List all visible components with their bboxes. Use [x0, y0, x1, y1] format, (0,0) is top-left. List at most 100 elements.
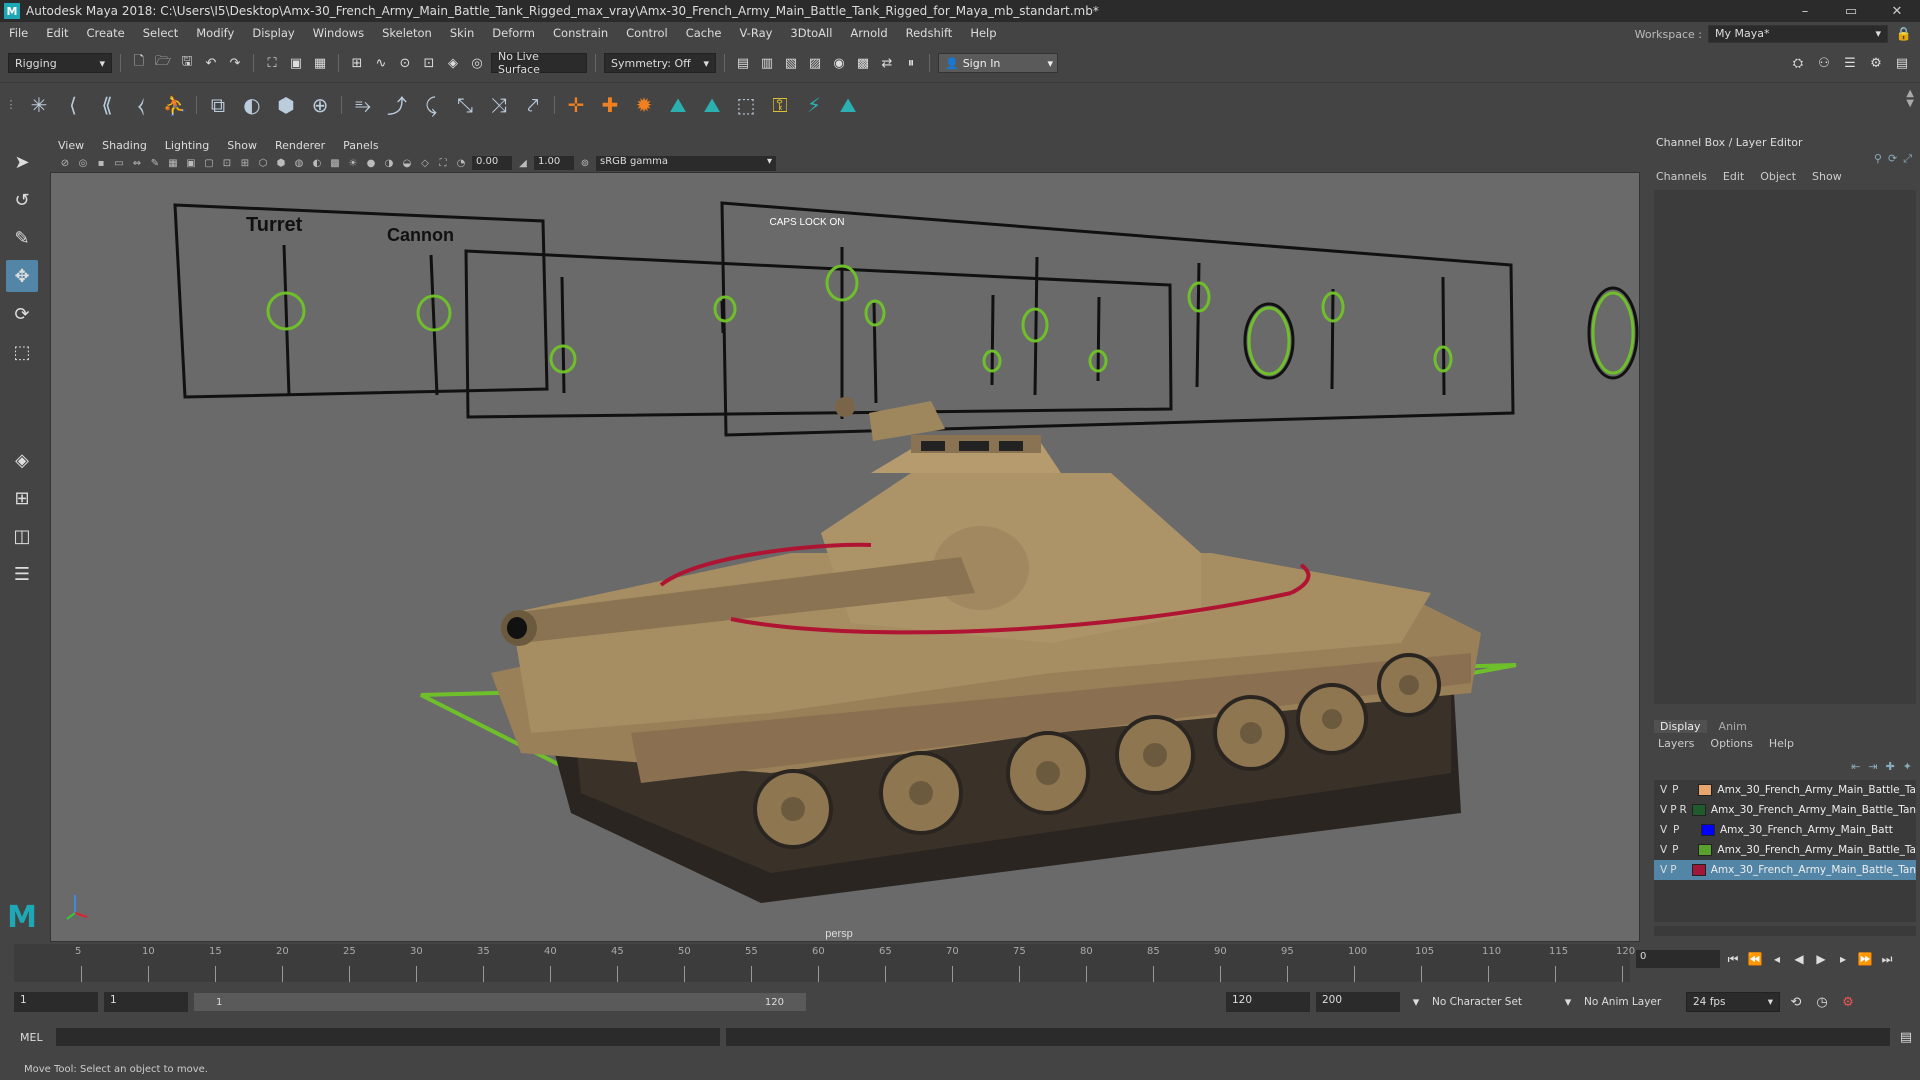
snap-grid-icon[interactable]: ⊞ [347, 53, 367, 73]
two-view-layout-icon[interactable]: ◫ [6, 520, 38, 552]
isolate-select-icon[interactable]: ◇ [418, 156, 432, 170]
quick-rig-icon[interactable]: ⛹ [158, 88, 192, 122]
shelf-scroll-arrows[interactable]: ▲ ▼ [1906, 89, 1914, 109]
exposure-icon[interactable]: ◔ [454, 156, 468, 170]
menu-select[interactable]: Select [134, 26, 187, 40]
ipr-render-icon[interactable]: ▧ [781, 53, 801, 73]
render-frame-icon[interactable]: ▥ [757, 53, 777, 73]
options-menu[interactable]: Options [1710, 737, 1752, 750]
character-set-dropdown[interactable]: No Character Set [1432, 996, 1552, 1008]
refresh-icon[interactable]: ⟳ [1888, 152, 1897, 166]
motion-blur-icon[interactable]: ◒ [400, 156, 414, 170]
menu-redshift[interactable]: Redshift [897, 26, 962, 40]
hypershade-icon[interactable]: ◉ [829, 53, 849, 73]
attribute-editor-icon[interactable]: ☰ [1840, 53, 1860, 73]
modeling-toolkit-icon[interactable]: ⛭ [1788, 53, 1808, 73]
camera-attributes-icon[interactable]: ◎ [76, 156, 90, 170]
grid-toggle-icon[interactable]: ▦ [166, 156, 180, 170]
move-layer-up-icon[interactable]: ⇤ [1851, 760, 1860, 773]
loop-icon[interactable]: ⟲ [1786, 992, 1806, 1012]
ik-spline-icon[interactable]: ⟪ [90, 88, 124, 122]
sign-in-button[interactable]: 👤 Sign In ▾ [938, 53, 1058, 73]
parent-constraint-icon[interactable]: ⥱ [346, 88, 380, 122]
select-tool-icon[interactable]: ➤ [6, 146, 38, 178]
menuset-dropdown[interactable]: Rigging ▾ [8, 53, 112, 73]
scale-constraint-icon[interactable]: ⤡ [448, 88, 482, 122]
menu-deform[interactable]: Deform [483, 26, 544, 40]
character-icon[interactable]: ✹ [627, 88, 661, 122]
end-time-field[interactable]: 200 [1316, 992, 1400, 1012]
field-chart-icon[interactable]: ⊞ [238, 156, 252, 170]
vray-render-icon[interactable]: ▩ [853, 53, 873, 73]
menu-display[interactable]: Display [243, 26, 303, 40]
menu-vray[interactable]: V-Ray [730, 26, 781, 40]
snap-curve-icon[interactable]: ∿ [371, 53, 391, 73]
paint-weights-icon[interactable]: ◐ [235, 88, 269, 122]
script-editor-icon[interactable]: ▤ [1896, 1027, 1916, 1047]
menu-file[interactable]: File [0, 26, 37, 40]
layer-color-swatch[interactable] [1698, 784, 1713, 796]
object-menu[interactable]: Object [1760, 170, 1796, 183]
visibility-toggle[interactable]: V [1660, 844, 1669, 856]
menu-constrain[interactable]: Constrain [544, 26, 617, 40]
two-d-pan-icon[interactable]: ⇔ [130, 156, 144, 170]
playback-end-field[interactable]: 120 [1226, 992, 1310, 1012]
set-key-icon[interactable]: ⚿ [763, 88, 797, 122]
command-input[interactable] [56, 1028, 720, 1046]
image-plane-icon[interactable]: ▭ [112, 156, 126, 170]
xray-icon[interactable]: ▩ [328, 156, 342, 170]
exposure-field[interactable]: 0.00 [472, 156, 512, 170]
live-surface-field[interactable]: No Live Surface [491, 50, 587, 76]
select-component-icon[interactable]: ▦ [310, 53, 330, 73]
empty-slot-icon[interactable]: ⬚ [729, 88, 763, 122]
shadows-icon[interactable]: ● [364, 156, 378, 170]
visibility-toggle[interactable]: V [1660, 784, 1669, 796]
maximize-button[interactable]: ▭ [1828, 0, 1874, 22]
outliner-icon[interactable]: ☰ [6, 558, 38, 590]
new-layer-selected-icon[interactable]: ✦ [1903, 760, 1912, 773]
pole-vector-icon[interactable]: ⤤ [516, 88, 550, 122]
step-forward-key-icon[interactable]: ⏩ [1856, 950, 1874, 968]
help-menu[interactable]: Help [1769, 737, 1794, 750]
tab-display[interactable]: Display [1654, 720, 1707, 733]
playback-start-field[interactable]: 1 [104, 992, 188, 1012]
layer-row[interactable]: V P Amx_30_French_Army_Main_Batt [1654, 820, 1916, 840]
menu-cache[interactable]: Cache [677, 26, 731, 40]
ambient-occlusion-icon[interactable]: ◑ [382, 156, 396, 170]
playback-toggle[interactable]: P [1670, 864, 1677, 876]
layer-color-swatch[interactable] [1701, 824, 1715, 836]
fps-dropdown[interactable]: 24 fps ▾ [1686, 992, 1780, 1012]
float-panel-icon[interactable]: ⤢ [1903, 152, 1912, 166]
wireframe-on-shaded-icon[interactable]: ◍ [292, 156, 306, 170]
menu-create[interactable]: Create [78, 26, 134, 40]
ik-handle-icon[interactable]: ⟨ [56, 88, 90, 122]
play-backwards-icon[interactable]: ◀ [1790, 950, 1808, 968]
close-button[interactable]: ✕ [1874, 0, 1920, 22]
step-forward-frame-icon[interactable]: ▸ [1834, 950, 1852, 968]
motion-trail-icon[interactable]: ⚡ [797, 88, 831, 122]
vp-menu-panels[interactable]: Panels [343, 139, 378, 152]
safe-action-icon[interactable]: ⊡ [220, 156, 234, 170]
aim-constraint-icon[interactable]: ⤨ [482, 88, 516, 122]
mash-repro-icon[interactable]: ⛰ [831, 88, 865, 122]
anim-layer-dropdown[interactable]: No Anim Layer [1584, 996, 1680, 1008]
wireframe-icon[interactable]: ⬡ [256, 156, 270, 170]
single-perspective-icon[interactable]: ◈ [6, 444, 38, 476]
play-forwards-icon[interactable]: ▶ [1812, 950, 1830, 968]
open-scene-icon[interactable]: 🗁 [153, 53, 173, 73]
menu-skin[interactable]: Skin [441, 26, 483, 40]
channel-box-icon[interactable]: ▤ [1892, 53, 1912, 73]
point-constraint-icon[interactable]: ⤴ [380, 88, 414, 122]
locator-icon[interactable]: ✛ [559, 88, 593, 122]
render-view-icon[interactable]: ▤ [733, 53, 753, 73]
new-layer-icon[interactable]: ✚ [1886, 760, 1895, 773]
range-slider[interactable]: 1 120 [194, 993, 806, 1011]
playback-toggle[interactable]: P [1672, 784, 1681, 796]
go-to-end-icon[interactable]: ⏭ [1878, 950, 1896, 968]
visibility-toggle[interactable]: V [1660, 824, 1670, 836]
bind-skin-icon[interactable]: ⧉ [201, 88, 235, 122]
bookmark-icon[interactable]: ▪ [94, 156, 108, 170]
perspective-viewport[interactable]: Turret Cannon CAPS LOCK ON persp [50, 172, 1640, 942]
save-scene-icon[interactable]: 🖫 [177, 53, 197, 73]
render-settings-icon[interactable]: ▨ [805, 53, 825, 73]
